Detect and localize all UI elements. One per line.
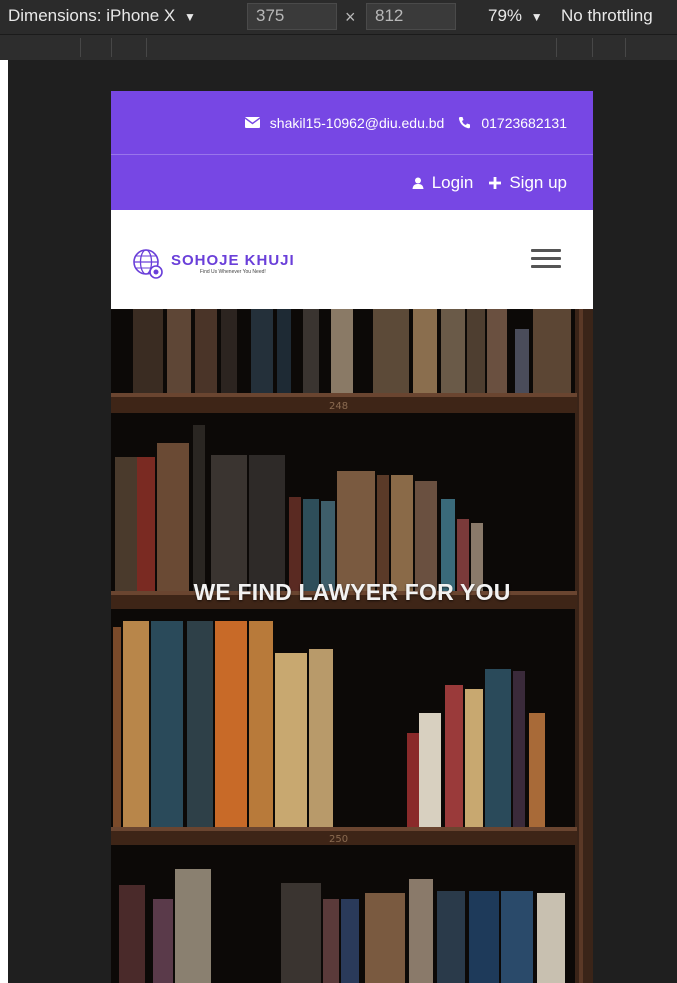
dimensions-label: Dimensions: iPhone X (8, 6, 176, 25)
height-input[interactable]: 812 (366, 3, 456, 30)
bookshelf-background-image: 248 250 (111, 309, 593, 983)
dropdown-caret-icon: ▼ (184, 10, 196, 24)
hero-title: WE FIND LAWYER FOR YOU (193, 579, 511, 605)
phone-contact[interactable]: 01723682131 (458, 115, 567, 131)
brand-tagline: Find Us Whenever You Need! (199, 268, 266, 275)
emulated-page: shakil15-10962@diu.edu.bd 01723682131 Lo… (111, 91, 593, 983)
globe-logo-icon (133, 249, 163, 279)
envelope-icon (244, 117, 260, 128)
shelf-label: 250 (329, 834, 348, 845)
brand-name: SOHOJE KHUJI (171, 251, 295, 269)
email-text: shakil15-10962@diu.edu.bd (269, 114, 445, 131)
phone-icon (459, 117, 471, 129)
contact-bar: shakil15-10962@diu.edu.bd 01723682131 (111, 91, 593, 155)
times-icon: × (345, 7, 356, 27)
login-link[interactable]: Login (412, 172, 474, 193)
hamburger-menu-icon[interactable] (531, 249, 561, 269)
shelf-label: 248 (329, 401, 348, 412)
zoom-dropdown[interactable]: 79% ▼ (488, 6, 543, 26)
site-logo[interactable]: SOHOJE KHUJI Find Us Whenever You Need! (131, 247, 295, 281)
signup-label: Sign up (509, 172, 567, 192)
plus-icon (489, 176, 502, 189)
signup-link[interactable]: Sign up (489, 173, 567, 193)
media-query-ruler (0, 35, 677, 61)
throttling-dropdown[interactable]: No throttling (561, 6, 653, 26)
login-label: Login (431, 172, 474, 192)
user-icon (412, 177, 424, 189)
zoom-label: 79% (488, 6, 523, 25)
auth-bar: Login Sign up (111, 155, 593, 210)
hero-banner: 248 250 WE FIND LAWYER FOR YOU (111, 309, 593, 983)
width-input[interactable]: 375 (247, 3, 337, 30)
dimensions-dropdown[interactable]: Dimensions: iPhone X ▼ (8, 6, 196, 26)
email-contact[interactable]: shakil15-10962@diu.edu.bd (244, 114, 445, 131)
navbar: SOHOJE KHUJI Find Us Whenever You Need! (111, 210, 593, 309)
dropdown-caret-icon: ▼ (530, 10, 543, 24)
phone-text: 01723682131 (481, 114, 567, 131)
devtools-toolbar: Dimensions: iPhone X ▼ 375 × 812 79% ▼ N… (0, 0, 677, 35)
